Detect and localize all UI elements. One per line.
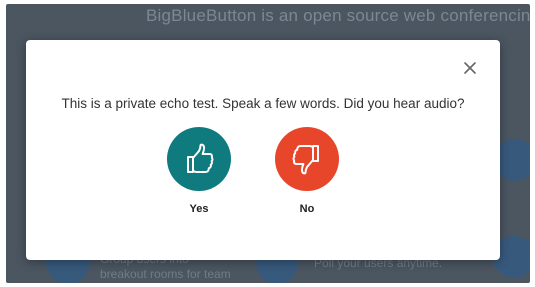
yes-audio-button[interactable]: Yes — [165, 127, 233, 215]
yes-button-circle[interactable] — [167, 127, 231, 191]
background-heading: BigBlueButton is an open source web conf… — [146, 6, 530, 25]
yes-label: Yes — [189, 203, 209, 215]
close-button[interactable] — [462, 60, 478, 76]
close-icon — [464, 62, 476, 74]
no-label: No — [299, 203, 315, 215]
echo-test-dialog: This is a private echo test. Speak a few… — [26, 40, 500, 260]
no-audio-button[interactable]: No — [273, 127, 341, 215]
no-button-circle[interactable] — [275, 127, 339, 191]
thumbs-up-icon — [187, 143, 214, 173]
background-feature-breakout-line2: breakout rooms for team — [100, 267, 231, 281]
thumbs-down-icon — [292, 145, 319, 175]
echo-test-prompt: This is a private echo test. Speak a few… — [61, 96, 465, 111]
